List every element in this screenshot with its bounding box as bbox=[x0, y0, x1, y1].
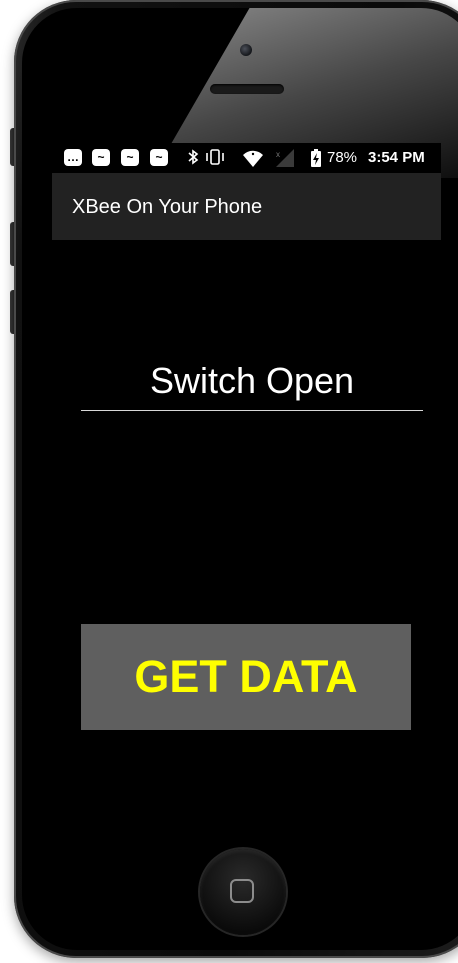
main-content: Switch Open GET DATA bbox=[52, 240, 441, 833]
front-camera bbox=[240, 44, 252, 56]
status-bar: … ~ ~ ~ x 78% 3:54 PM bbox=[52, 143, 441, 173]
phone-screen: … ~ ~ ~ x 78% 3:54 PM XBee On Your Phone… bbox=[52, 143, 441, 833]
app-notification-icon: ~ bbox=[150, 149, 168, 166]
signal-icon: x bbox=[274, 148, 296, 174]
wifi-icon bbox=[242, 148, 264, 174]
app-title: XBee On Your Phone bbox=[72, 196, 263, 218]
message-icon: … bbox=[64, 149, 82, 166]
home-button[interactable] bbox=[200, 849, 286, 935]
svg-text:x: x bbox=[276, 150, 280, 159]
battery-percentage: 78% bbox=[327, 149, 358, 166]
switch-status-field[interactable]: Switch Open bbox=[81, 352, 423, 411]
status-time: 3:54 PM bbox=[368, 149, 425, 166]
app-bar: XBee On Your Phone bbox=[52, 173, 441, 240]
app-notification-icon: ~ bbox=[121, 149, 139, 166]
earpiece-speaker bbox=[210, 84, 284, 94]
home-square-icon bbox=[230, 879, 254, 903]
get-data-button[interactable]: GET DATA bbox=[81, 624, 411, 730]
bluetooth-icon bbox=[186, 148, 200, 172]
app-notification-icon: ~ bbox=[92, 149, 110, 166]
battery-charging-icon bbox=[310, 148, 322, 174]
vibrate-icon bbox=[204, 148, 226, 172]
device-frame: … ~ ~ ~ x 78% 3:54 PM XBee On Your Phone… bbox=[0, 0, 458, 963]
